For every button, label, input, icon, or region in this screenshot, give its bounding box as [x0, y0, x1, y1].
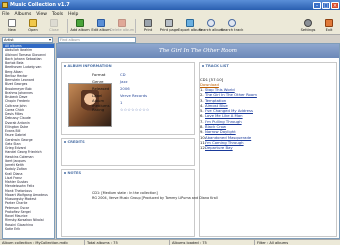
- notes-header: NOTES: [67, 171, 82, 175]
- album-info-header: ALBUM INFORMATION: [67, 64, 112, 68]
- property-row: Genre Jazz: [92, 78, 150, 85]
- property-row: Album mediums 1: [92, 97, 150, 108]
- property-row: Released 2006: [92, 85, 150, 92]
- open-button[interactable]: Open: [23, 18, 43, 35]
- album-search-input[interactable]: Find album: [58, 36, 136, 43]
- add-album-icon: [76, 19, 84, 27]
- printer-icon: [144, 19, 152, 27]
- print-button[interactable]: Print: [138, 18, 158, 35]
- property-value: CD: [120, 72, 126, 77]
- delete-album-icon: [118, 19, 126, 27]
- search-track-button[interactable]: Search track: [221, 18, 243, 35]
- track-list: CD1 [57:10] Download 1. Stop This World 2.…: [200, 77, 257, 151]
- property-key: Album mediums: [92, 97, 110, 108]
- property-value: Jazz: [120, 79, 128, 84]
- menu-file[interactable]: File: [2, 12, 10, 17]
- track-title-link[interactable]: Departure Bay: [205, 145, 233, 150]
- add-album-button[interactable]: Add album: [70, 18, 90, 35]
- property-row: Format CD: [92, 71, 150, 78]
- print-page-icon: [165, 19, 173, 27]
- property-key: Released: [92, 86, 110, 91]
- notes-text: CD1: [Medium state : In the collection] …: [92, 191, 218, 200]
- bullet-icon: [64, 65, 66, 67]
- credits-header: CREDITS: [67, 140, 85, 144]
- bullet-icon: [64, 141, 66, 143]
- edit-album-button[interactable]: Edit album: [91, 18, 111, 35]
- status-loaded: Albums loaded : 75: [170, 240, 255, 245]
- window-title: Music Collection v1.7: [10, 2, 70, 8]
- album-title-banner: The Girl In The Other Room: [57, 44, 339, 58]
- close-window-button[interactable]: ×: [331, 1, 339, 9]
- property-key: Format: [92, 72, 106, 77]
- export-icon: [186, 19, 194, 27]
- property-value: 2006: [120, 86, 130, 91]
- settings-icon: [304, 19, 312, 27]
- property-row: Rating ☆☆☆☆☆☆☆☆: [92, 106, 150, 113]
- minimize-button[interactable]: –: [313, 1, 321, 9]
- filter-field-select[interactable]: Artist: [2, 36, 53, 43]
- artist-list-item[interactable]: Satie Erik: [3, 227, 54, 231]
- settings-button[interactable]: Settings: [298, 18, 318, 35]
- track-list-header: TRACK LIST: [205, 64, 229, 68]
- menu-bar: File Albums View Tools Help: [0, 10, 340, 18]
- status-total: Total albums : 75: [85, 240, 170, 245]
- toolbar: New Open Close Add album Edit album Dele…: [0, 18, 340, 35]
- exit-icon: [325, 19, 333, 27]
- close-icon: [50, 19, 58, 27]
- edit-album-icon: [97, 19, 105, 27]
- delete-album-button[interactable]: Delete album: [110, 18, 134, 35]
- filter-bar: Artist Find album: [0, 36, 340, 43]
- menu-help[interactable]: Help: [68, 12, 78, 17]
- print-page-button[interactable]: Print page: [159, 18, 179, 35]
- search-album-icon: [207, 19, 215, 27]
- open-icon: [29, 19, 37, 27]
- new-icon: [8, 19, 16, 27]
- property-value: Verve Records: [120, 93, 148, 98]
- maximize-button[interactable]: □: [322, 1, 330, 9]
- menu-view[interactable]: View: [36, 12, 47, 17]
- toolbar-separator: [67, 19, 68, 33]
- status-filter: Filter : All albums: [257, 241, 289, 245]
- notes-line: CD1: [Medium state : In the collection]: [92, 191, 158, 195]
- artist-list: All albums Abdullah Ibrahim Albinoni Tomas…: [2, 43, 55, 239]
- app-icon: [2, 2, 8, 8]
- property-key: Rating: [92, 107, 105, 112]
- export-album-button[interactable]: Export album: [178, 18, 202, 35]
- search-album-button[interactable]: Search album: [199, 18, 223, 35]
- credits-panel: CREDITS: [61, 138, 195, 166]
- bullet-icon: [202, 65, 204, 67]
- album-properties: Format CD Genre Jazz Released 2006 Label Verve …: [92, 71, 150, 113]
- notes-line: RG 2004, Verve Music Group [Produced by …: [92, 196, 218, 200]
- exit-button[interactable]: Exit: [319, 18, 339, 35]
- search-track-icon: [228, 19, 236, 27]
- rating-stars[interactable]: ☆☆☆☆☆☆☆☆: [120, 107, 150, 112]
- status-bar: Album collection : MyCollection.mdb Tota…: [0, 239, 340, 245]
- notes-panel: NOTES: [61, 169, 195, 237]
- status-collection: Album collection : MyCollection.mdb: [0, 240, 85, 245]
- new-button[interactable]: New: [2, 18, 22, 35]
- bullet-icon: [64, 172, 66, 174]
- property-value: 1: [120, 100, 123, 105]
- track-row: 12. Departure Bay: [200, 145, 257, 150]
- close-button[interactable]: Close: [44, 18, 64, 35]
- property-key: Genre: [92, 79, 104, 84]
- menu-albums[interactable]: Albums: [15, 12, 32, 17]
- toolbar-separator: [135, 19, 136, 33]
- menu-tools[interactable]: Tools: [52, 12, 63, 17]
- title-bar: Music Collection v1.7 – □ ×: [0, 0, 340, 10]
